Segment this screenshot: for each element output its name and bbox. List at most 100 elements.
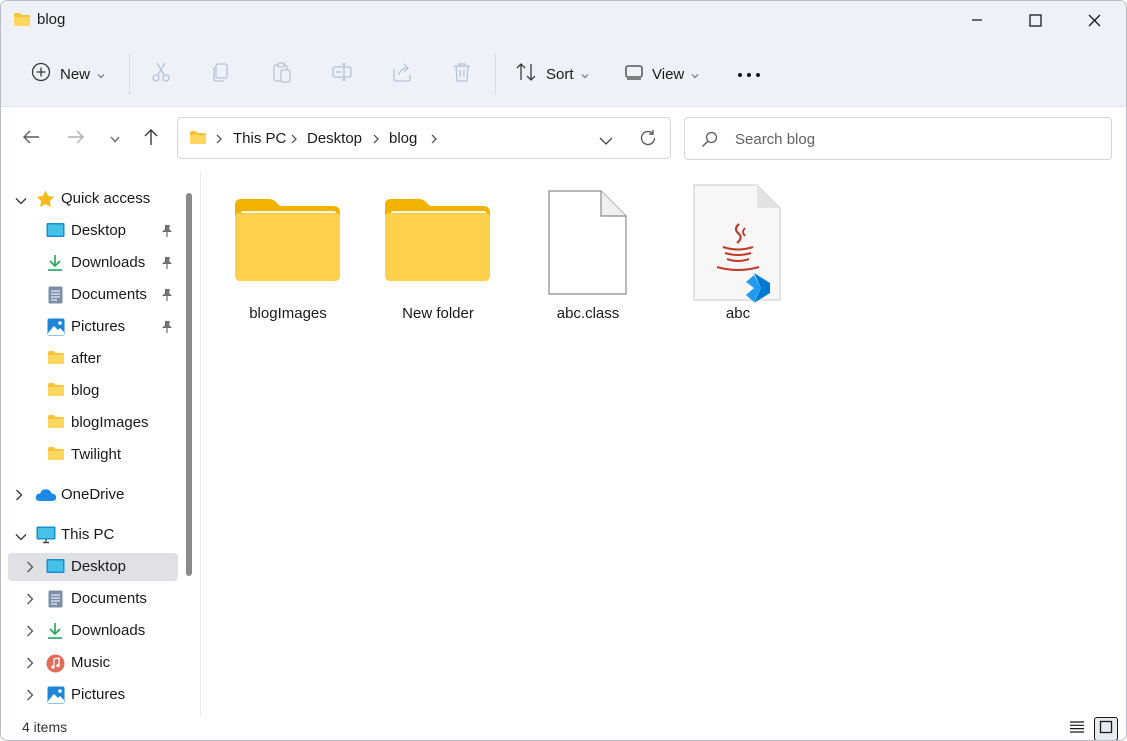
folder-icon — [47, 382, 65, 400]
pin-icon — [161, 256, 173, 275]
chevron-right-icon[interactable] — [15, 488, 23, 506]
folder-icon — [13, 12, 31, 32]
chevron-down-icon[interactable] — [15, 528, 27, 546]
desktop-icon — [46, 558, 65, 576]
sidebar-item-downloads-pc[interactable]: Downloads — [8, 617, 178, 645]
list-view-icon — [1069, 720, 1085, 739]
file-item-class[interactable]: abc.class — [523, 181, 653, 331]
sidebar-label: Twilight — [71, 446, 122, 463]
breadcrumb-chevron-icon[interactable] — [431, 131, 437, 149]
file-item-folder[interactable]: blogImages — [223, 181, 353, 331]
folder-icon — [189, 130, 207, 150]
arrow-right-icon — [67, 129, 85, 150]
pictures-icon — [47, 318, 65, 336]
sidebar-label: Music — [71, 654, 111, 671]
file-item-folder[interactable]: New folder — [373, 181, 503, 331]
sidebar-label: This PC — [61, 526, 115, 543]
search-icon — [701, 131, 718, 153]
rename-button[interactable] — [329, 61, 355, 87]
file-name: abc.class — [556, 305, 620, 322]
documents-icon — [48, 286, 66, 304]
file-name: New folder — [402, 305, 474, 322]
breadcrumb-desktop[interactable]: Desktop — [307, 130, 362, 147]
sidebar-label: Downloads — [71, 254, 146, 271]
sidebar-item-pictures-pc[interactable]: Pictures — [8, 681, 178, 709]
see-more-button[interactable] — [736, 61, 762, 87]
search-input[interactable]: Search blog — [684, 117, 1112, 160]
sidebar-item-desktop[interactable]: Desktop — [8, 217, 178, 245]
minimize-button[interactable] — [948, 1, 1006, 39]
download-icon — [46, 254, 64, 272]
chevron-right-icon[interactable] — [26, 592, 34, 610]
large-icons-view-button[interactable] — [1094, 717, 1118, 740]
sort-label: Sort — [546, 65, 574, 83]
sort-button[interactable]: Sort — [515, 61, 589, 87]
sidebar-this-pc[interactable]: This PC — [8, 521, 178, 549]
back-button[interactable] — [19, 127, 43, 151]
sidebar-label: Desktop — [71, 222, 127, 239]
view-button[interactable]: View — [625, 61, 699, 87]
title-bar: blog — [1, 1, 1126, 41]
more-icon — [737, 65, 761, 83]
close-button[interactable] — [1065, 1, 1123, 39]
paste-button[interactable] — [269, 61, 295, 87]
sidebar-item-desktop-pc[interactable]: Desktop — [8, 553, 178, 581]
sidebar-quick-access[interactable]: Quick access — [8, 185, 178, 213]
sidebar-scrollbar[interactable] — [186, 193, 192, 576]
up-button[interactable] — [139, 127, 163, 151]
refresh-icon[interactable] — [639, 129, 657, 152]
view-label: View — [652, 65, 685, 83]
sidebar-item-pictures[interactable]: Pictures — [8, 313, 178, 341]
file-item-java[interactable]: abc — [673, 181, 803, 331]
address-bar[interactable]: This PC Desktop blog — [177, 117, 671, 159]
breadcrumb-chevron-icon[interactable] — [373, 131, 379, 149]
sidebar-item-downloads[interactable]: Downloads — [8, 249, 178, 277]
recent-locations-button[interactable] — [103, 127, 127, 151]
chevron-right-icon[interactable] — [26, 624, 34, 642]
sidebar-item-blog[interactable]: blog — [8, 377, 178, 405]
copy-button[interactable] — [208, 61, 234, 87]
desktop-icon — [46, 222, 65, 240]
sidebar-item-music[interactable]: Music — [8, 649, 178, 677]
navigation-pane: Quick access Desktop Downloads Documents… — [1, 171, 201, 716]
breadcrumb-blog[interactable]: blog — [389, 130, 417, 147]
chevron-right-icon[interactable] — [26, 688, 34, 706]
maximize-button[interactable] — [1006, 1, 1064, 39]
sidebar-label: Desktop — [71, 558, 127, 575]
new-label: New — [60, 65, 91, 83]
folder-icon — [373, 181, 503, 306]
arrow-up-icon — [143, 128, 159, 151]
share-icon — [391, 61, 413, 88]
sidebar-label: after — [71, 350, 102, 367]
sidebar-label: blogImages — [71, 414, 149, 431]
sidebar-item-after[interactable]: after — [8, 345, 178, 373]
breadcrumb-chevron-icon[interactable] — [291, 131, 297, 149]
pin-icon — [161, 224, 173, 243]
clipboard-icon — [271, 61, 293, 88]
sidebar-item-blogimages[interactable]: blogImages — [8, 409, 178, 437]
details-view-button[interactable] — [1065, 717, 1089, 740]
forward-button[interactable] — [64, 127, 88, 151]
cut-button[interactable] — [148, 61, 174, 87]
sidebar-onedrive[interactable]: OneDrive — [8, 481, 178, 509]
plus-circle-icon — [31, 62, 51, 86]
sidebar-item-twilight[interactable]: Twilight — [8, 441, 178, 469]
folder-icon — [223, 181, 353, 306]
new-button[interactable]: New — [31, 61, 105, 87]
sidebar-label: Documents — [71, 286, 147, 303]
chevron-down-icon[interactable] — [15, 192, 27, 210]
chevron-right-icon[interactable] — [26, 656, 34, 674]
sidebar-label: Pictures — [71, 318, 126, 335]
sidebar-item-documents[interactable]: Documents — [8, 281, 178, 309]
pane-divider — [200, 171, 201, 716]
share-button[interactable] — [389, 61, 415, 87]
file-name: abc — [725, 305, 751, 322]
breadcrumb-this-pc[interactable]: This PC — [233, 130, 286, 147]
breadcrumb-chevron-icon[interactable] — [216, 131, 222, 149]
chevron-right-icon[interactable] — [26, 560, 34, 578]
address-history-chevron-icon[interactable] — [599, 133, 613, 151]
sidebar-item-documents-pc[interactable]: Documents — [8, 585, 178, 613]
delete-button[interactable] — [449, 61, 475, 87]
tiles-view-icon — [1099, 720, 1113, 739]
computer-icon — [36, 526, 56, 544]
